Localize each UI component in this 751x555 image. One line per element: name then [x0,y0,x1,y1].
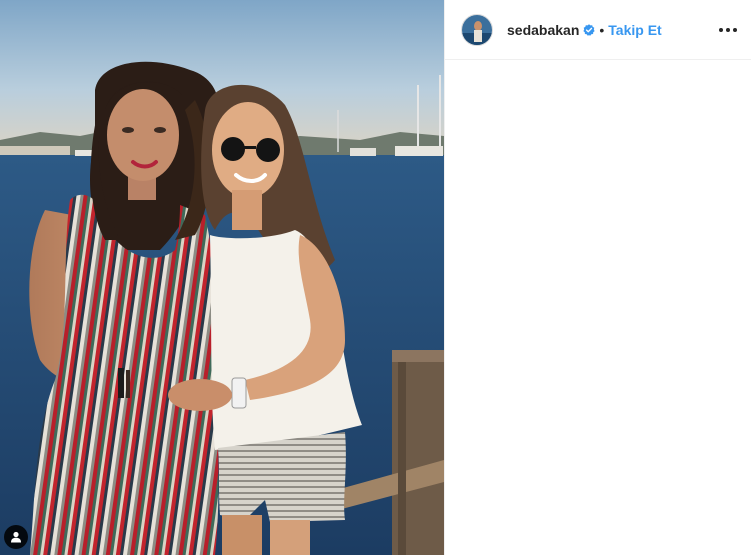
instagram-post: sedabakan • Takip Et [0,0,751,555]
more-dot [733,27,737,32]
post-sidebar: sedabakan • Takip Et [444,0,751,555]
photo-image [0,0,444,555]
post-photo[interactable] [0,0,444,555]
user-tag-button[interactable] [4,525,28,549]
avatar-image [462,14,492,45]
separator-dot: • [599,21,605,38]
more-dot [726,27,730,32]
post-header: sedabakan • Takip Et [445,0,751,60]
more-options-icon[interactable] [719,24,737,36]
comments-area [445,60,751,555]
verified-badge-icon [583,23,595,36]
user-tag-icon [11,531,21,543]
follow-button[interactable]: Takip Et [608,22,661,38]
username-link[interactable]: sedabakan [507,22,579,38]
avatar[interactable] [461,13,493,46]
more-dot [719,27,723,32]
